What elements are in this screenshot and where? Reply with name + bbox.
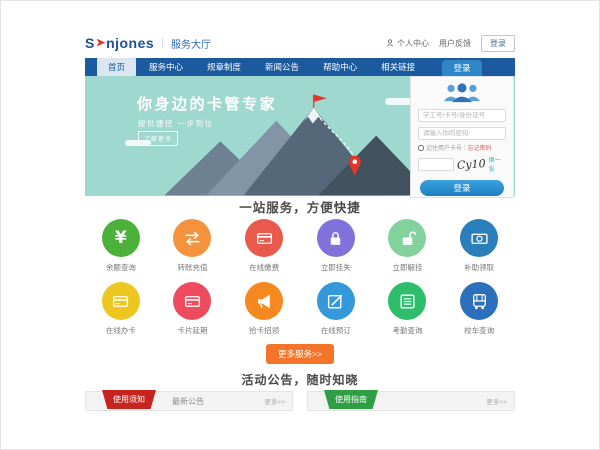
nav-item-home[interactable]: 首页 [97, 58, 136, 76]
more-services-button[interactable]: 更多服务>> [266, 344, 334, 364]
bank-card-icon [255, 229, 274, 248]
service-school-bus-inquiry[interactable]: 校车查询 [443, 277, 515, 340]
nav-item-service-center[interactable]: 服务中心 [138, 58, 194, 76]
service-online-booking[interactable]: 在线预订 [300, 277, 372, 340]
remember-label: 记住用户卡号 [426, 143, 462, 152]
service-cancel-loss[interactable]: 立即解挂 [372, 214, 444, 277]
header-login-button[interactable]: 登录 [481, 35, 515, 52]
service-card-extension[interactable]: 卡片延期 [157, 277, 229, 340]
service-online-payment[interactable]: 在线缴费 [228, 214, 300, 277]
latest-announcements-tab[interactable]: 最新公告 [172, 396, 204, 407]
options-separator: | [464, 145, 466, 151]
header-links: 个人中心 用户反馈 登录 [386, 35, 515, 52]
edit-icon [326, 292, 345, 311]
transfer-arrows-icon [183, 229, 202, 248]
personal-center-link[interactable]: 个人中心 [386, 38, 429, 49]
captcha-row: Cy10 换一张 [418, 155, 506, 173]
group-icon [418, 82, 506, 104]
username-input[interactable] [418, 109, 506, 122]
guide-panel-header: 使用指南 更多>> [307, 391, 515, 411]
service-found-card-claim[interactable]: 拾卡招领 [228, 277, 300, 340]
list-icon [398, 292, 417, 311]
usage-notice-ribbon-tab[interactable]: 使用须知 [102, 390, 156, 409]
bank-card-icon [111, 292, 130, 311]
login-options: 记住用户卡号 | 忘记密码 [418, 143, 506, 152]
top-header: S ➤ njones | 服务大厅 个人中心 用户反馈 登录 [85, 30, 515, 56]
login-submit-button[interactable]: 登录 [420, 180, 504, 196]
nav-item-regulations[interactable]: 规章制度 [196, 58, 252, 76]
logo-text-first: S [85, 35, 95, 51]
service-transfer-recharge[interactable]: 转账充值 [157, 214, 229, 277]
lock-open-icon [398, 229, 417, 248]
nav-item-help-center[interactable]: 帮助中心 [312, 58, 368, 76]
yen-icon: ¥ [115, 228, 127, 248]
hero-title: 你身边的卡管专家 [137, 93, 277, 114]
user-feedback-link[interactable]: 用户反馈 [439, 38, 471, 49]
synjones-logo[interactable]: S ➤ njones | 服务大厅 [85, 35, 211, 51]
logo-text-rest: njones [106, 35, 154, 51]
password-input[interactable] [418, 127, 506, 140]
captcha-image: Cy10 [457, 157, 486, 172]
hero-cta-button[interactable]: 了解更多 [138, 131, 178, 146]
banknote-icon [470, 229, 489, 248]
bank-card-icon [183, 292, 202, 311]
logo-divider: | [161, 37, 164, 49]
captcha-refresh-link[interactable]: 换一张 [489, 155, 506, 173]
site-name: 服务大厅 [171, 36, 211, 51]
user-guide-ribbon-tab[interactable]: 使用指南 [324, 390, 378, 409]
notice-panel: 使用须知 最新公告 更多>> [85, 391, 293, 411]
lock-closed-icon [326, 229, 345, 248]
page: S ➤ njones | 服务大厅 个人中心 用户反馈 登录 首页 服务中心 规… [0, 0, 600, 450]
bus-icon [470, 292, 489, 311]
nav-item-news[interactable]: 新闻公告 [254, 58, 310, 76]
login-panel: 登录 记住用户卡号 | 忘记密码 [410, 60, 514, 198]
megaphone-icon [255, 292, 274, 311]
guide-more-link[interactable]: 更多>> [486, 396, 507, 406]
forgot-password-link[interactable]: 忘记密码 [468, 143, 492, 152]
service-subsidy-collection[interactable]: 补助领取 [443, 214, 515, 277]
announcements-section-title: 活动公告，随时知晓 [85, 371, 515, 388]
service-balance-inquiry[interactable]: ¥ 余额查询 [85, 214, 157, 277]
service-report-loss[interactable]: 立即挂失 [300, 214, 372, 277]
notice-more-link[interactable]: 更多>> [264, 396, 285, 406]
service-online-card-application[interactable]: 在线办卡 [85, 277, 157, 340]
logo-arrow-icon: ➤ [96, 36, 105, 49]
captcha-input[interactable] [418, 158, 454, 171]
announcement-panels: 使用须知 最新公告 更多>> 使用指南 更多>> [85, 391, 515, 411]
notice-panel-header: 使用须知 最新公告 更多>> [85, 391, 293, 411]
service-attendance-inquiry[interactable]: 考勤查询 [372, 277, 444, 340]
hero-subtitle: 提供捷径 一步到位 [138, 118, 214, 129]
services-grid: ¥ 余额查询 转账充值 在线缴费 [85, 214, 515, 340]
person-icon [386, 39, 394, 47]
login-tab[interactable]: 登录 [442, 60, 482, 76]
remember-checkbox[interactable] [418, 145, 424, 151]
guide-panel: 使用指南 更多>> [307, 391, 515, 411]
login-form: 记住用户卡号 | 忘记密码 Cy10 换一张 登录 [410, 76, 514, 198]
